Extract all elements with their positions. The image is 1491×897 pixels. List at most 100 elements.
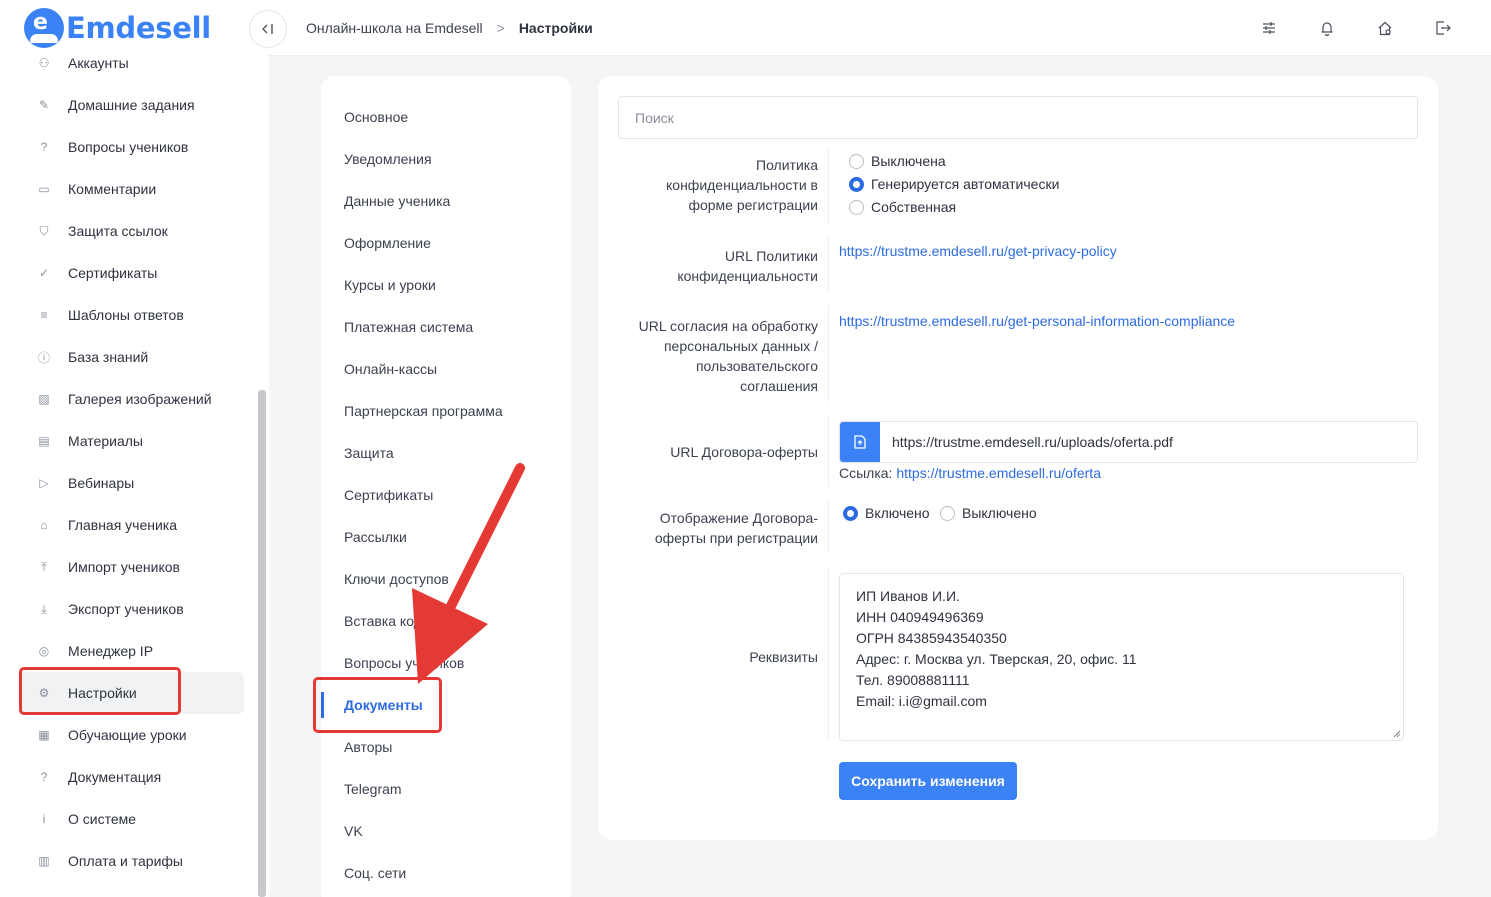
sidebar-item[interactable]: ? Документация [20,756,244,798]
sidebar-item[interactable]: ⤒ Импорт учеников [20,546,244,588]
divider [828,306,829,402]
settings-menu-item[interactable]: Защита [321,432,571,474]
sidebar-item-label: Документация [68,769,162,785]
requisites-textarea[interactable]: ИП Иванов И.И. ИНН 040949496369 ОГРН 843… [839,573,1404,741]
question-circle-icon: ? [40,140,48,154]
search-input[interactable] [618,96,1418,139]
sidebar-item[interactable]: ▤ Материалы [20,420,244,462]
privacy-url-label: URL Политики конфиденциальности [677,248,818,284]
offer-link-hint: Ссылка: https://trustme.emdesell.ru/ofer… [839,465,1101,481]
settings-menu-item[interactable]: Оформление [321,222,571,264]
offer-url-input[interactable] [880,422,1417,462]
sidebar-item[interactable]: ✓ Сертификаты [20,252,244,294]
privacy-policy-label: Политика конфиденциальности в форме реги… [666,157,818,213]
consent-url-link[interactable]: https://trustme.emdesell.ru/get-personal… [839,313,1235,329]
sidebar-item-label: Защита ссылок [68,223,168,239]
settings-menu-item[interactable]: Сертификаты [321,474,571,516]
settings-menu-item[interactable]: Платежная система [321,306,571,348]
privacy-option-auto[interactable]: Генерируется автоматически [849,176,1059,192]
sidebar-item[interactable]: ⚇ Аккаунты [20,42,244,84]
sidebar-item[interactable]: ⌂ Главная ученика [20,504,244,546]
resize-handle-icon[interactable] [1393,730,1401,738]
radio-button-selected[interactable] [843,505,858,521]
check-circle-icon: ✓ [38,266,50,280]
breadcrumb-parent[interactable]: Онлайн-школа на Emdesell [306,20,483,36]
consent-url-label: URL согласия на обработку персональных д… [638,318,818,394]
sidebar-menu: ⚇ Аккаунты ✎ Домашние задания? Вопросы учени… [20,42,244,882]
upload-icon: ⤒ [41,559,47,574]
divider [828,569,829,741]
target-icon: ◎ [38,644,50,658]
settings-menu-item[interactable]: Рассылки [321,516,571,558]
sidebar-item-label: Менеджер IP [68,643,154,659]
divider [828,236,829,292]
annotation-highlight-settings [19,667,181,715]
sidebar-item[interactable]: ⓘ База знаний [20,336,244,378]
divider [828,416,829,486]
annotation-highlight-documents [313,677,442,733]
sidebar-item-label: Импорт учеников [68,559,180,575]
settings-menu-item[interactable]: Уведомления [321,138,571,180]
sidebar-item-label: Материалы [68,433,143,449]
sidebar-item[interactable]: ◎ Менеджер IP [20,630,244,672]
upload-file-button[interactable] [840,422,880,462]
sidebar-item[interactable]: ▷ Вебинары [20,462,244,504]
bell-icon[interactable] [1317,18,1337,38]
radio-button-selected[interactable] [849,176,864,192]
home-icon: ⌂ [40,518,48,532]
privacy-option-custom[interactable]: Собственная [849,199,956,215]
offer-url-input-group [839,421,1418,463]
sidebar-item[interactable]: ⛉ Защита ссылок [20,210,244,252]
sidebar-item-label: Комментарии [68,181,157,197]
settings-menu-item[interactable]: Telegram [321,768,571,810]
topbar-actions [1259,18,1453,38]
sidebar-item[interactable]: i О системе [20,798,244,840]
settings-menu-item[interactable]: Соц. сети [321,852,571,894]
save-button[interactable]: Сохранить изменения [839,762,1017,800]
offer-public-link[interactable]: https://trustme.emdesell.ru/oferta [896,465,1101,481]
sidebar-item-label: Вебинары [68,475,135,491]
home-settings-icon[interactable] [1375,18,1395,38]
settings-menu-item[interactable]: Данные ученика [321,180,571,222]
briefcase-icon: ▤ [38,434,50,448]
sidebar-item-label: Экспорт учеников [68,601,184,617]
radio-button[interactable] [849,199,864,215]
offer-display-off[interactable]: Выключено [940,505,1037,521]
pencil-icon: ✎ [38,98,50,112]
settings-menu-item[interactable]: Вставка кода [321,600,571,642]
settings-menu-item[interactable]: Ключи доступов [321,558,571,600]
sidebar-item-label: Аккаунты [68,55,129,71]
settings-submenu: Основное Уведомления Данные ученика Оформле… [321,76,571,897]
privacy-option-off[interactable]: Выключена [849,153,946,169]
sliders-icon[interactable] [1259,18,1279,38]
breadcrumb-current: Настройки [518,20,593,36]
settings-menu-item[interactable]: Курсы и уроки [321,264,571,306]
radio-button[interactable] [940,505,955,521]
sidebar-item[interactable]: ▨ Галерея изображений [20,378,244,420]
sidebar-item-label: Обучающие уроки [68,727,187,743]
play-icon: ▷ [39,476,49,490]
radio-button[interactable] [849,153,864,169]
settings-menu-item[interactable]: Партнерская программа [321,390,571,432]
topbar: Онлайн-школа на Emdesell > Настройки [249,0,1491,56]
divider [828,148,829,224]
privacy-url-link[interactable]: https://trustme.emdesell.ru/get-privacy-… [839,243,1117,259]
sidebar-item[interactable]: ≡ Шаблоны ответов [20,294,244,336]
sidebar-item[interactable]: ▥ Оплата и тарифы [20,840,244,882]
settings-menu-item[interactable]: VK [321,810,571,852]
offer-display-on[interactable]: Включено [843,505,930,521]
sidebar-item[interactable]: ⤓ Экспорт учеников [20,588,244,630]
sidebar-item[interactable]: ✎ Домашние задания [20,84,244,126]
logout-icon[interactable] [1433,18,1453,38]
settings-menu-item[interactable]: Онлайн-кассы [321,348,571,390]
sidebar-item-label: База знаний [68,349,149,365]
requisites-label: Реквизиты [749,649,818,665]
settings-menu-item[interactable]: Основное [321,96,571,138]
sidebar-item[interactable]: ▭ Комментарии [20,168,244,210]
breadcrumb-separator: > [496,20,505,36]
list-icon: ≡ [40,308,48,322]
sidebar-item[interactable]: ? Вопросы учеников [20,126,244,168]
collapse-sidebar-button[interactable] [249,10,287,48]
sidebar-item[interactable]: ▦ Обучающие уроки [20,714,244,756]
sidebar-scrollbar[interactable] [258,390,266,897]
